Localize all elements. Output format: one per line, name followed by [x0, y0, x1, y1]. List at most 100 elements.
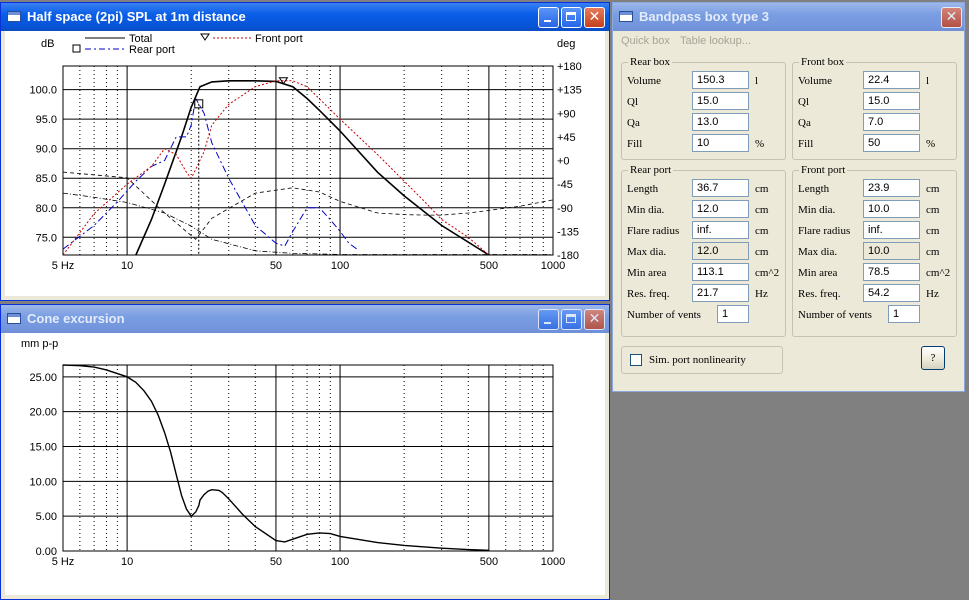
min-area-unit: cm^2 [755, 267, 780, 279]
y2-tick-label: -135 [557, 226, 579, 238]
cone-window: Cone excursion ✕ mm p-p 25.00 20.00 15.00 1… [0, 304, 610, 600]
fill-field[interactable]: 50 [863, 134, 920, 152]
length-unit: cm [926, 183, 940, 195]
length-unit: cm [755, 183, 769, 195]
sim-nonlinearity-checkbox[interactable] [630, 354, 642, 366]
volume-label: Volume [798, 75, 833, 87]
fill-label: Fill [627, 138, 643, 150]
max-dia-label: Max dia. [627, 246, 667, 258]
y-tick-label: 80.0 [36, 203, 57, 215]
number-of-vents-field[interactable]: 1 [888, 305, 920, 323]
y-tick-label: 15.00 [29, 442, 57, 454]
res-freq-field[interactable]: 54.2 [863, 284, 920, 302]
number-of-vents-field[interactable]: 1 [717, 305, 749, 323]
menu-quick-box[interactable]: Quick box [621, 35, 670, 47]
y2-tick-label: +0 [557, 156, 570, 168]
flare-radius-unit: cm [926, 225, 940, 237]
form-row: Max dia. 10.0 cm [793, 242, 963, 262]
qa-label: Qa [798, 117, 811, 129]
rear-box-group: Rear box Volume 150.3 l Ql 15.0 Qa 13.0 Fill 10% [621, 56, 786, 160]
x-tick-label: 50 [270, 556, 282, 568]
qa-field[interactable]: 7.0 [863, 113, 920, 131]
close-button[interactable]: ✕ [941, 7, 962, 28]
plot-frame [62, 65, 554, 256]
menu-table-lookup[interactable]: Table lookup... [680, 35, 751, 47]
form-row: Min dia. 10.0 cm [793, 200, 963, 220]
min-dia-label: Min dia. [798, 204, 836, 216]
form-row: Ql 15.0 [622, 92, 792, 112]
min-area-label: Min area [798, 267, 838, 279]
cone-chart: 25.0020.0015.0010.005.000.005 Hz 10 50 100 5… [29, 364, 565, 568]
y2-tick-label: -180 [557, 250, 579, 262]
form-row: Number of vents 1 [622, 305, 792, 325]
form-row: Fill 10% [622, 134, 792, 154]
form-row: Qa 7.0 [793, 113, 963, 133]
volume-field[interactable]: 150.3 [692, 71, 749, 89]
min-area-field[interactable]: 113.1 [692, 263, 749, 281]
form-row: Res. freq. 54.2 Hz [793, 284, 963, 304]
y2-tick-label: +135 [557, 85, 582, 97]
cone-title: Cone excursion [27, 311, 125, 326]
y-tick-label: 25.00 [29, 372, 57, 384]
bandpass-title: Bandpass box type 3 [639, 9, 770, 24]
y2-tick-label: +180 [557, 61, 582, 73]
form-row: Length 36.7 cm [622, 179, 792, 199]
maximize-button[interactable] [561, 309, 582, 330]
help-button[interactable]: ? [921, 346, 945, 370]
window-icon [7, 313, 21, 324]
length-label: Length [798, 183, 830, 195]
volume-field[interactable]: 22.4 [863, 71, 920, 89]
flare-radius-field[interactable]: inf. [863, 221, 920, 239]
x-tick-label: 50 [270, 260, 282, 272]
min-dia-field[interactable]: 10.0 [863, 200, 920, 218]
form-row: Min area 113.1 cm^2 [622, 263, 792, 283]
spl-plot-area: dB deg 100.0 95.0 90.0 85.0 80.0 75.0 5 Hz 10 50… [5, 31, 605, 296]
res-freq-label: Res. freq. [627, 288, 670, 300]
rear-port-group: Rear port Length 36.7 cm Min dia. 12.0 cm Flar… [621, 164, 786, 337]
close-button[interactable]: ✕ [584, 309, 605, 330]
form-row: Ql 15.0 [793, 92, 963, 112]
qa-field[interactable]: 13.0 [692, 113, 749, 131]
minimize-button[interactable] [538, 309, 559, 330]
min-dia-unit: cm [755, 204, 769, 216]
res-freq-field[interactable]: 21.7 [692, 284, 749, 302]
volume-label: Volume [627, 75, 662, 87]
form-row: Res. freq. 21.7 Hz [622, 284, 792, 304]
fill-unit: % [755, 138, 765, 150]
volume-unit: l [926, 75, 930, 87]
length-field[interactable]: 36.7 [692, 179, 749, 197]
fill-field[interactable]: 10 [692, 134, 749, 152]
res-freq-label: Res. freq. [798, 288, 841, 300]
cone-plot-area: mm p-p 25.00 20.00 15.00 10.00 5.00 0.00 5 Hz 1… [5, 333, 605, 595]
y-tick-label: 10.00 [29, 476, 57, 488]
min-dia-field[interactable]: 12.0 [692, 200, 749, 218]
y2-tick-label: -90 [557, 203, 573, 215]
minimize-button[interactable] [538, 7, 559, 28]
y2-tick-label: -45 [557, 179, 573, 191]
ql-field[interactable]: 15.0 [692, 92, 749, 110]
y-tick-label: 75.0 [36, 232, 57, 244]
res-freq-unit: Hz [926, 288, 939, 300]
legend-square-marker [72, 44, 81, 53]
form-row: Length 23.9 cm [793, 179, 963, 199]
cone-titlebar[interactable]: Cone excursion ✕ [1, 305, 609, 333]
ql-field[interactable]: 15.0 [863, 92, 920, 110]
close-button[interactable]: ✕ [584, 7, 605, 28]
min-area-field[interactable]: 78.5 [863, 263, 920, 281]
form-row: Max dia. 12.0 cm [622, 242, 792, 262]
form-row: Volume 22.4 l [793, 71, 963, 91]
window-icon [619, 11, 633, 22]
length-field[interactable]: 23.9 [863, 179, 920, 197]
form-row: Min dia. 12.0 cm [622, 200, 792, 220]
spl-curve-rear-port [62, 97, 358, 250]
flare-radius-field[interactable]: inf. [692, 221, 749, 239]
bandpass-titlebar[interactable]: Bandpass box type 3 ✕ [613, 3, 964, 31]
min-dia-label: Min dia. [627, 204, 665, 216]
front-port-legend: Front port [799, 164, 848, 176]
close-icon: ✕ [588, 311, 601, 327]
spl-titlebar[interactable]: Half space (2pi) SPL at 1m distance ✕ [1, 3, 609, 31]
min-area-unit: cm^2 [926, 267, 951, 279]
y-tick-label: 100.0 [29, 85, 57, 97]
maximize-button[interactable] [561, 7, 582, 28]
bandpass-panel: Quick box Table lookup... Rear box Volum… [617, 31, 960, 387]
